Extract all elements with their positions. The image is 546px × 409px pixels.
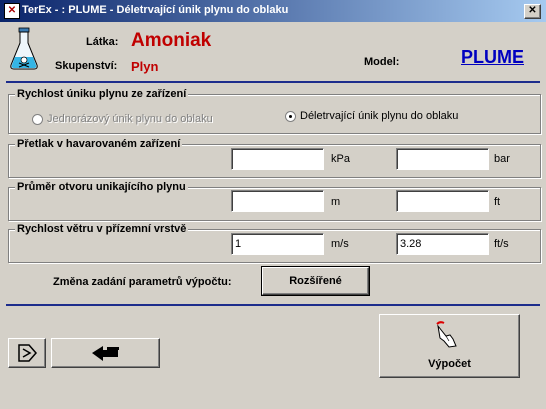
skupenstvi-label: Skupenství: (55, 60, 118, 72)
wind-fts-input[interactable] (396, 233, 489, 255)
diameter-ft-unit: ft (494, 196, 501, 208)
flask-poison-icon (8, 27, 40, 71)
radio-continuous[interactable] (285, 111, 296, 122)
compute-label: Výpočet (428, 358, 471, 370)
pressure-kpa-unit: kPa (331, 153, 350, 165)
radio-continuous-label[interactable]: Déletrvající únik plynu do oblaku (300, 110, 458, 122)
model-label: Model: (364, 56, 400, 68)
compute-hand-icon (436, 321, 457, 348)
diameter-m-input[interactable] (231, 190, 324, 212)
latka-label: Látka: (86, 36, 119, 48)
wind-ms-input[interactable] (231, 233, 324, 255)
title-bar: ✕ TerEx - : PLUME - Déletrvající únik pl… (0, 0, 546, 22)
pressure-kpa-input[interactable] (231, 148, 324, 170)
diameter-m-unit: m (331, 196, 341, 208)
latka-value: Amoniak (131, 30, 212, 51)
wind-ms-unit: m/s (331, 238, 349, 250)
pressure-bar-input[interactable] (396, 148, 489, 170)
radio-single-label[interactable]: Jednorázový únik plynu do oblaku (47, 113, 213, 125)
back-arrow-icon (92, 346, 119, 361)
rate-legend: Rychlost úniku plynu ze zařízení (15, 88, 189, 100)
wind-legend: Rychlost větru v přízemní vrstvě (15, 223, 189, 235)
diameter-legend: Průměr otvoru unikajícího plynu (15, 181, 188, 193)
footer-divider (6, 304, 540, 306)
compute-button[interactable]: Výpočet (379, 314, 520, 378)
advanced-button[interactable]: Rozšířené (261, 266, 370, 296)
model-value: PLUME (461, 47, 524, 67)
exit-button[interactable] (8, 338, 46, 368)
back-button[interactable] (51, 338, 160, 368)
close-button[interactable]: ✕ (524, 4, 541, 19)
exit-icon (18, 344, 37, 362)
header-divider (6, 81, 540, 83)
diameter-ft-input[interactable] (396, 190, 489, 212)
radio-single[interactable] (32, 114, 43, 125)
params-label: Změna zadání parametrů výpočtu: (53, 276, 232, 288)
window-title: TerEx - : PLUME - Déletrvající únik plyn… (22, 4, 289, 16)
pressure-legend: Přetlak v havarovaném zařízení (15, 138, 183, 150)
skupenstvi-value: Plyn (131, 59, 159, 74)
wind-fts-unit: ft/s (494, 238, 509, 250)
app-icon: ✕ (4, 3, 20, 19)
pressure-bar-unit: bar (494, 153, 510, 165)
